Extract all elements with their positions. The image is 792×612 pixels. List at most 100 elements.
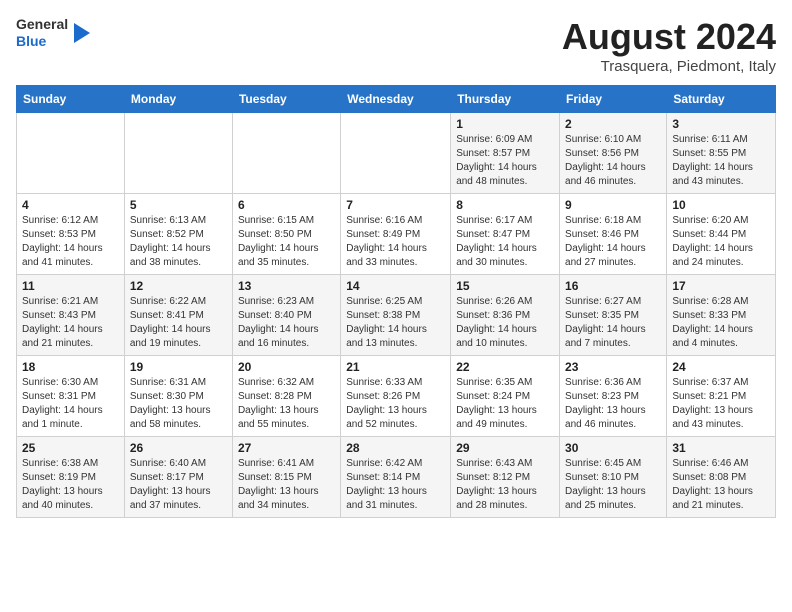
day-info: Sunrise: 6:11 AM Sunset: 8:55 PM Dayligh…: [672, 133, 770, 189]
calendar-cell: 30Sunrise: 6:45 AM Sunset: 8:10 PM Dayli…: [560, 437, 667, 518]
calendar-cell: 2 Sunrise: 6:10 AM Sunset: 8:56 PM Daylig…: [560, 113, 667, 194]
calendar-cell: 24 Sunrise: 6:37 AM Sunset: 8:21 PM Dayli…: [667, 356, 776, 437]
calendar-cell: 13Sunrise: 6:23 AM Sunset: 8:40 PM Dayli…: [232, 275, 340, 356]
day-info: Sunrise: 6:17 AM Sunset: 8:47 PM Dayligh…: [456, 214, 554, 270]
calendar-cell: 3 Sunrise: 6:11 AM Sunset: 8:55 PM Daylig…: [667, 113, 776, 194]
day-number: 23: [565, 360, 661, 374]
day-number: 9: [565, 198, 661, 212]
day-info: Sunrise: 6:15 AM Sunset: 8:50 PM Dayligh…: [238, 214, 335, 270]
day-number: 16: [565, 279, 661, 293]
day-info: Sunrise: 6:36 AM Sunset: 8:23 PM Dayligh…: [565, 376, 661, 432]
day-number: 2: [565, 117, 661, 131]
day-number: 18: [22, 360, 119, 374]
day-info: Sunrise: 6:27 AM Sunset: 8:35 PM Dayligh…: [565, 295, 661, 351]
calendar-cell: 21 Sunrise: 6:33 AM Sunset: 8:26 PM Dayli…: [341, 356, 451, 437]
calendar-cell: 16 Sunrise: 6:27 AM Sunset: 8:35 PM Dayli…: [560, 275, 667, 356]
day-info: Sunrise: 6:18 AM Sunset: 8:46 PM Dayligh…: [565, 214, 661, 270]
calendar-cell: 8Sunrise: 6:17 AM Sunset: 8:47 PM Daylig…: [451, 194, 560, 275]
calendar-cell: 6 Sunrise: 6:15 AM Sunset: 8:50 PM Daylig…: [232, 194, 340, 275]
weekday-header: Saturday: [667, 86, 776, 113]
calendar-cell: 7 Sunrise: 6:16 AM Sunset: 8:49 PM Daylig…: [341, 194, 451, 275]
calendar-cell: 25 Sunrise: 6:38 AM Sunset: 8:19 PM Dayli…: [17, 437, 125, 518]
day-number: 19: [130, 360, 227, 374]
day-info: Sunrise: 6:35 AM Sunset: 8:24 PM Dayligh…: [456, 376, 554, 432]
day-number: 3: [672, 117, 770, 131]
calendar-week-row: 18 Sunrise: 6:30 AM Sunset: 8:31 PM Dayli…: [17, 356, 776, 437]
weekday-header: Thursday: [451, 86, 560, 113]
location-subtitle: Trasquera, Piedmont, Italy: [562, 58, 776, 75]
day-number: 30: [565, 441, 661, 455]
day-number: 12: [130, 279, 227, 293]
day-number: 29: [456, 441, 554, 455]
day-number: 17: [672, 279, 770, 293]
day-number: 25: [22, 441, 119, 455]
weekday-header: Friday: [560, 86, 667, 113]
day-number: 1: [456, 117, 554, 131]
day-info: Sunrise: 6:43 AM Sunset: 8:12 PM Dayligh…: [456, 457, 554, 513]
day-info: Sunrise: 6:41 AM Sunset: 8:15 PM Dayligh…: [238, 457, 335, 513]
day-number: 7: [346, 198, 445, 212]
day-number: 6: [238, 198, 335, 212]
day-info: Sunrise: 6:10 AM Sunset: 8:56 PM Dayligh…: [565, 133, 661, 189]
calendar-cell: 1 Sunrise: 6:09 AM Sunset: 8:57 PM Daylig…: [451, 113, 560, 194]
month-title: August 2024: [562, 16, 776, 58]
calendar-cell: 31 Sunrise: 6:46 AM Sunset: 8:08 PM Dayli…: [667, 437, 776, 518]
day-info: Sunrise: 6:40 AM Sunset: 8:17 PM Dayligh…: [130, 457, 227, 513]
day-info: Sunrise: 6:20 AM Sunset: 8:44 PM Dayligh…: [672, 214, 770, 270]
calendar-cell: 28 Sunrise: 6:42 AM Sunset: 8:14 PM Dayli…: [341, 437, 451, 518]
logo-arrow-icon: [74, 23, 90, 43]
weekday-header: Tuesday: [232, 86, 340, 113]
day-info: Sunrise: 6:09 AM Sunset: 8:57 PM Dayligh…: [456, 133, 554, 189]
day-info: Sunrise: 6:38 AM Sunset: 8:19 PM Dayligh…: [22, 457, 119, 513]
calendar-week-row: 1 Sunrise: 6:09 AM Sunset: 8:57 PM Daylig…: [17, 113, 776, 194]
logo-general: General: [16, 16, 68, 32]
calendar-cell: 27 Sunrise: 6:41 AM Sunset: 8:15 PM Dayli…: [232, 437, 340, 518]
day-info: Sunrise: 6:26 AM Sunset: 8:36 PM Dayligh…: [456, 295, 554, 351]
day-number: 20: [238, 360, 335, 374]
day-number: 27: [238, 441, 335, 455]
calendar-table: SundayMondayTuesdayWednesdayThursdayFrid…: [16, 85, 776, 518]
weekday-header: Wednesday: [341, 86, 451, 113]
calendar-week-row: 25 Sunrise: 6:38 AM Sunset: 8:19 PM Dayli…: [17, 437, 776, 518]
day-number: 26: [130, 441, 227, 455]
calendar-cell: 23 Sunrise: 6:36 AM Sunset: 8:23 PM Dayli…: [560, 356, 667, 437]
day-number: 14: [346, 279, 445, 293]
day-info: Sunrise: 6:30 AM Sunset: 8:31 PM Dayligh…: [22, 376, 119, 432]
logo-blue: Blue: [16, 33, 46, 49]
day-number: 28: [346, 441, 445, 455]
calendar-cell: 14 Sunrise: 6:25 AM Sunset: 8:38 PM Dayli…: [341, 275, 451, 356]
day-info: Sunrise: 6:16 AM Sunset: 8:49 PM Dayligh…: [346, 214, 445, 270]
calendar-cell: 15 Sunrise: 6:26 AM Sunset: 8:36 PM Dayli…: [451, 275, 560, 356]
day-info: Sunrise: 6:21 AM Sunset: 8:43 PM Dayligh…: [22, 295, 119, 351]
logo: General Blue: [16, 16, 90, 50]
day-number: 4: [22, 198, 119, 212]
day-info: Sunrise: 6:22 AM Sunset: 8:41 PM Dayligh…: [130, 295, 227, 351]
day-info: Sunrise: 6:33 AM Sunset: 8:26 PM Dayligh…: [346, 376, 445, 432]
weekday-header-row: SundayMondayTuesdayWednesdayThursdayFrid…: [17, 86, 776, 113]
day-number: 15: [456, 279, 554, 293]
day-info: Sunrise: 6:12 AM Sunset: 8:53 PM Dayligh…: [22, 214, 119, 270]
day-number: 24: [672, 360, 770, 374]
calendar-cell: 5Sunrise: 6:13 AM Sunset: 8:52 PM Daylig…: [124, 194, 232, 275]
day-info: Sunrise: 6:46 AM Sunset: 8:08 PM Dayligh…: [672, 457, 770, 513]
day-number: 22: [456, 360, 554, 374]
day-info: Sunrise: 6:25 AM Sunset: 8:38 PM Dayligh…: [346, 295, 445, 351]
day-number: 5: [130, 198, 227, 212]
calendar-cell: [232, 113, 340, 194]
page-header: General Blue August 2024 Trasquera, Pied…: [16, 16, 776, 75]
day-number: 31: [672, 441, 770, 455]
calendar-cell: [341, 113, 451, 194]
calendar-cell: 26 Sunrise: 6:40 AM Sunset: 8:17 PM Dayli…: [124, 437, 232, 518]
calendar-cell: 4 Sunrise: 6:12 AM Sunset: 8:53 PM Daylig…: [17, 194, 125, 275]
calendar-cell: 17Sunrise: 6:28 AM Sunset: 8:33 PM Dayli…: [667, 275, 776, 356]
day-number: 21: [346, 360, 445, 374]
day-info: Sunrise: 6:23 AM Sunset: 8:40 PM Dayligh…: [238, 295, 335, 351]
day-info: Sunrise: 6:31 AM Sunset: 8:30 PM Dayligh…: [130, 376, 227, 432]
day-info: Sunrise: 6:42 AM Sunset: 8:14 PM Dayligh…: [346, 457, 445, 513]
title-block: August 2024 Trasquera, Piedmont, Italy: [562, 16, 776, 75]
calendar-cell: [17, 113, 125, 194]
calendar-cell: 22 Sunrise: 6:35 AM Sunset: 8:24 PM Dayli…: [451, 356, 560, 437]
calendar-cell: 12 Sunrise: 6:22 AM Sunset: 8:41 PM Dayli…: [124, 275, 232, 356]
calendar-cell: 11Sunrise: 6:21 AM Sunset: 8:43 PM Dayli…: [17, 275, 125, 356]
day-info: Sunrise: 6:37 AM Sunset: 8:21 PM Dayligh…: [672, 376, 770, 432]
